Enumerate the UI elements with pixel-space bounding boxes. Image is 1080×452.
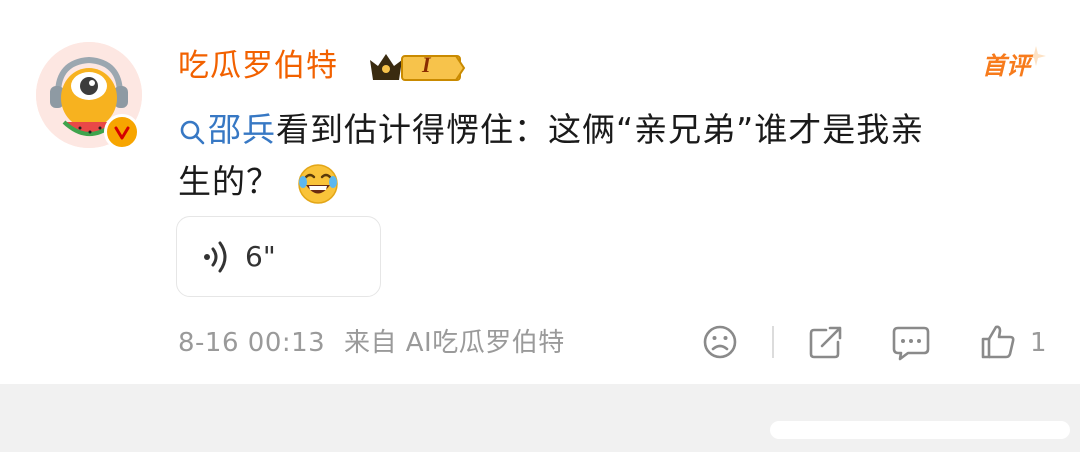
comment-source: 来自 AI吃瓜罗伯特	[343, 328, 565, 358]
share-icon[interactable]	[806, 322, 846, 362]
scroll-indicator[interactable]	[770, 421, 1070, 439]
comment-line-1: 看到估计得愣住：这俩“亲兄弟”谁才是我亲	[276, 110, 925, 149]
comment-icon[interactable]	[890, 322, 932, 362]
verified-badge-icon	[104, 114, 140, 150]
mention-link[interactable]: 邵兵	[178, 110, 276, 149]
comment-date: 8-16 00:13	[178, 328, 326, 358]
comment-line-2: 生的？	[178, 162, 280, 201]
username[interactable]: 吃瓜罗伯特	[178, 46, 338, 86]
thumbs-up-icon[interactable]	[978, 322, 1018, 362]
first-comment-badge: 首评	[982, 52, 1030, 80]
comment-card: 吃瓜罗伯特 I 首评 邵兵看到估计得愣住：这俩“亲兄弟”谁才是我亲 生的？ 6"…	[0, 0, 1080, 384]
vip-crown-badge[interactable]: I	[368, 50, 466, 84]
laugh-tears-emoji	[298, 163, 338, 204]
search-icon	[180, 120, 205, 144]
voice-message-button[interactable]: 6"	[176, 216, 381, 297]
mention-name: 邵兵	[208, 110, 276, 149]
voice-duration: 6"	[245, 240, 276, 273]
sad-face-icon[interactable]	[700, 322, 740, 362]
comment-text: 邵兵看到估计得愣住：这俩“亲兄弟”谁才是我亲 生的？	[178, 104, 1048, 208]
vip-level: I	[422, 52, 431, 77]
like-count: 1	[1030, 328, 1047, 358]
crown-icon	[370, 54, 466, 81]
comment-meta: 8-16 00:13 来自 AI吃瓜罗伯特	[178, 324, 565, 362]
action-divider	[772, 326, 774, 358]
bottom-bar	[0, 384, 1080, 452]
sound-wave-icon	[204, 241, 227, 272]
